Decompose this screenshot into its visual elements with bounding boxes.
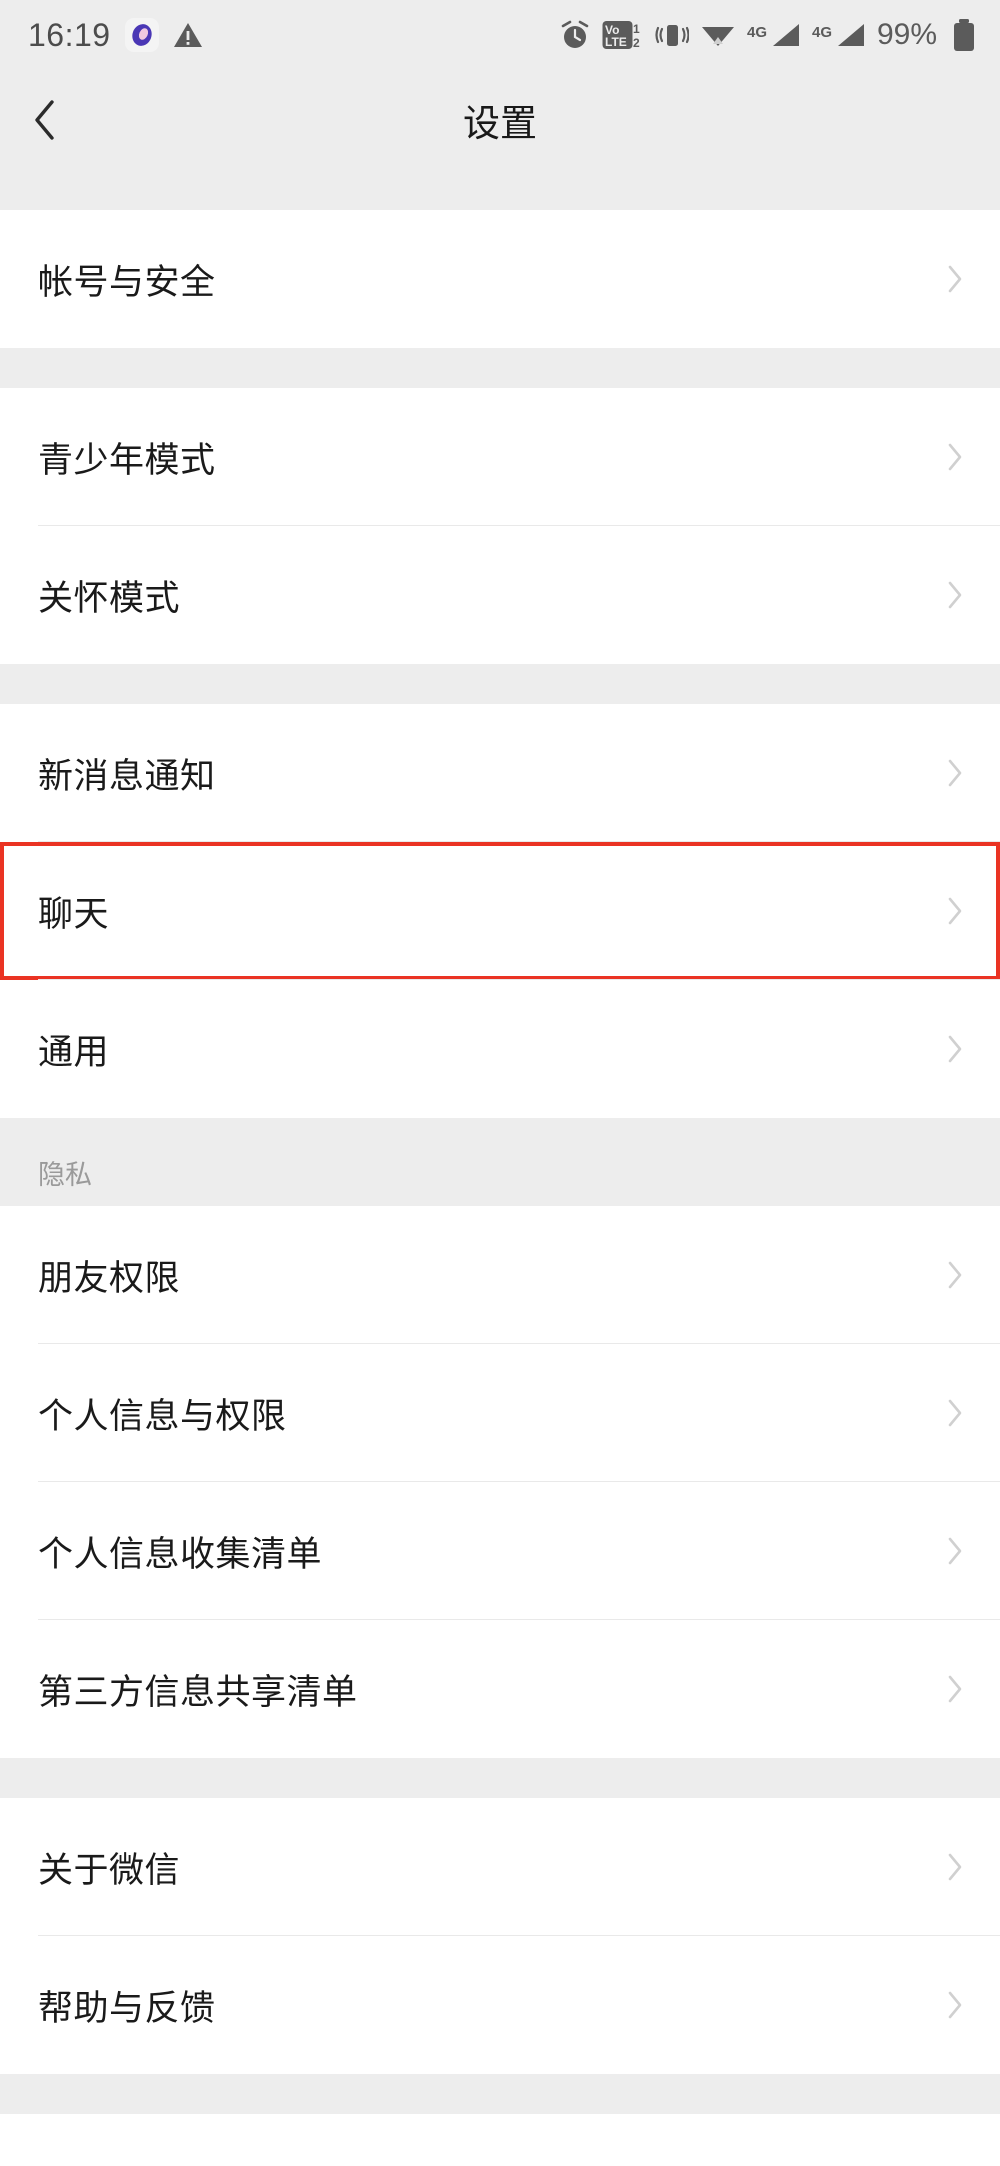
warning-triangle-icon [173,21,203,49]
page-title: 设置 [463,103,537,144]
chevron-left-icon [32,98,58,142]
settings-row[interactable]: 第三方信息共享清单 [0,1620,1000,1758]
settings-row-label: 个人信息与权限 [38,1396,287,1436]
settings-row[interactable]: 青少年模式 [0,388,1000,526]
nav-bar: 设置 [0,70,1000,170]
app-badge-icon [124,18,159,52]
settings-row-label: 帐号与安全 [38,262,216,302]
settings-row-label: 关于微信 [38,1850,181,1890]
wifi-icon [700,19,736,51]
signal-4g-sim1-icon: 4G [747,19,801,51]
status-bar: 16:19 Vo LTE 1 2 4G 4G 99% [0,0,1000,70]
svg-text:4G: 4G [812,24,832,41]
settings-group: 关于微信 帮助与反馈 [0,1798,1000,2074]
alarm-clock-icon [559,19,591,51]
settings-row-label-wrap: 插件 [38,2158,157,2166]
chevron-right-icon [946,1989,964,2021]
settings-row[interactable]: 朋友权限 [0,1206,1000,1344]
group-separator [0,2074,1000,2114]
settings-row-label-wrap: 帐号与安全 [38,254,216,305]
settings-group: 朋友权限个人信息与权限 个人信息收集清单 第三方信息共享清单 [0,1206,1000,1758]
settings-row-label: 关怀模式 [38,578,181,618]
vibrate-icon [655,19,690,51]
settings-row[interactable]: 新消息通知 [0,704,1000,842]
settings-row[interactable]: 帐号与安全 [0,210,1000,348]
group-separator [0,170,1000,210]
settings-row[interactable]: 聊天 [0,842,1000,980]
svg-text:2: 2 [633,36,640,50]
svg-text:4G: 4G [747,24,767,41]
settings-screen: 16:19 Vo LTE 1 2 4G 4G 99% 设置 帐号与安全 青少年模… [0,0,1000,2166]
chevron-right-icon [946,757,964,789]
chevron-right-icon [946,1673,964,1705]
settings-row-label-wrap: 帮助与反馈 [38,1980,216,2031]
chevron-right-icon [946,1535,964,1567]
settings-row-label: 第三方信息共享清单 [38,1672,358,1712]
settings-row[interactable]: 帮助与反馈 [0,1936,1000,2074]
group-separator [0,664,1000,704]
section-header-privacy: 隐私 [0,1118,1000,1206]
settings-row-label-wrap: 关于微信 [38,1842,180,1893]
group-separator [0,348,1000,388]
battery-percent-label: 99% [876,18,937,51]
settings-row-label: 朋友权限 [38,1258,181,1298]
svg-text:1: 1 [633,22,640,36]
status-bar-right: Vo LTE 1 2 4G 4G 99% [559,18,978,52]
settings-row[interactable]: 通用 [0,980,1000,1118]
settings-row-label: 聊天 [38,894,110,934]
chevron-right-icon [946,441,964,473]
settings-row[interactable]: 个人信息收集清单 [0,1482,1000,1620]
chevron-right-icon [946,1033,964,1065]
chevron-right-icon [946,1397,964,1429]
signal-4g-sim2-icon: 4G [812,19,866,51]
settings-row-label: 帮助与反馈 [38,1988,216,2028]
settings-row-label-wrap: 新消息通知 [38,748,216,799]
settings-row-label: 青少年模式 [38,440,216,480]
settings-group: 帐号与安全 [0,210,1000,348]
back-button[interactable] [0,70,90,170]
settings-row-label-wrap: 第三方信息共享清单 [38,1664,358,1715]
settings-row[interactable]: 个人信息与权限 [0,1344,1000,1482]
settings-row[interactable]: 关于微信 [0,1798,1000,1936]
settings-row-label-wrap: 关怀模式 [38,570,180,621]
settings-row-label-wrap: 朋友权限 [38,1250,180,1301]
settings-row-label-wrap: 聊天 [38,886,109,937]
status-bar-clock: 16:19 [28,16,111,53]
chevron-right-icon [946,1259,964,1291]
chevron-right-icon [946,263,964,295]
settings-row-label-wrap: 个人信息与权限 [38,1388,287,1439]
status-bar-left: 16:19 [28,17,203,54]
settings-group: 插件 [0,2114,1000,2166]
settings-row-label-wrap: 青少年模式 [38,432,216,483]
chevron-right-icon [946,579,964,611]
settings-row-label: 通用 [38,1032,110,1072]
svg-text:LTE: LTE [605,35,627,49]
settings-list: 帐号与安全青少年模式关怀模式新消息通知聊天通用隐私朋友权限个人信息与权限 个人信息… [0,170,1000,2166]
settings-row-label-wrap: 个人信息收集清单 [38,1526,322,1577]
chevron-right-icon [946,1851,964,1883]
chevron-right-icon [946,895,964,927]
settings-row[interactable]: 关怀模式 [0,526,1000,664]
settings-row[interactable]: 插件 [0,2114,1000,2166]
settings-row-label: 个人信息收集清单 [38,1534,323,1574]
settings-row-label-wrap: 通用 [38,1024,109,1075]
settings-row-label: 新消息通知 [38,756,216,796]
battery-icon [950,18,978,52]
settings-group: 青少年模式 关怀模式 [0,388,1000,664]
settings-group: 新消息通知 聊天 通用 [0,704,1000,1118]
settings-row-label: 插件 [38,2158,109,2166]
volte-dual-sim-icon: Vo LTE 1 2 [602,19,644,51]
group-separator [0,1758,1000,1798]
